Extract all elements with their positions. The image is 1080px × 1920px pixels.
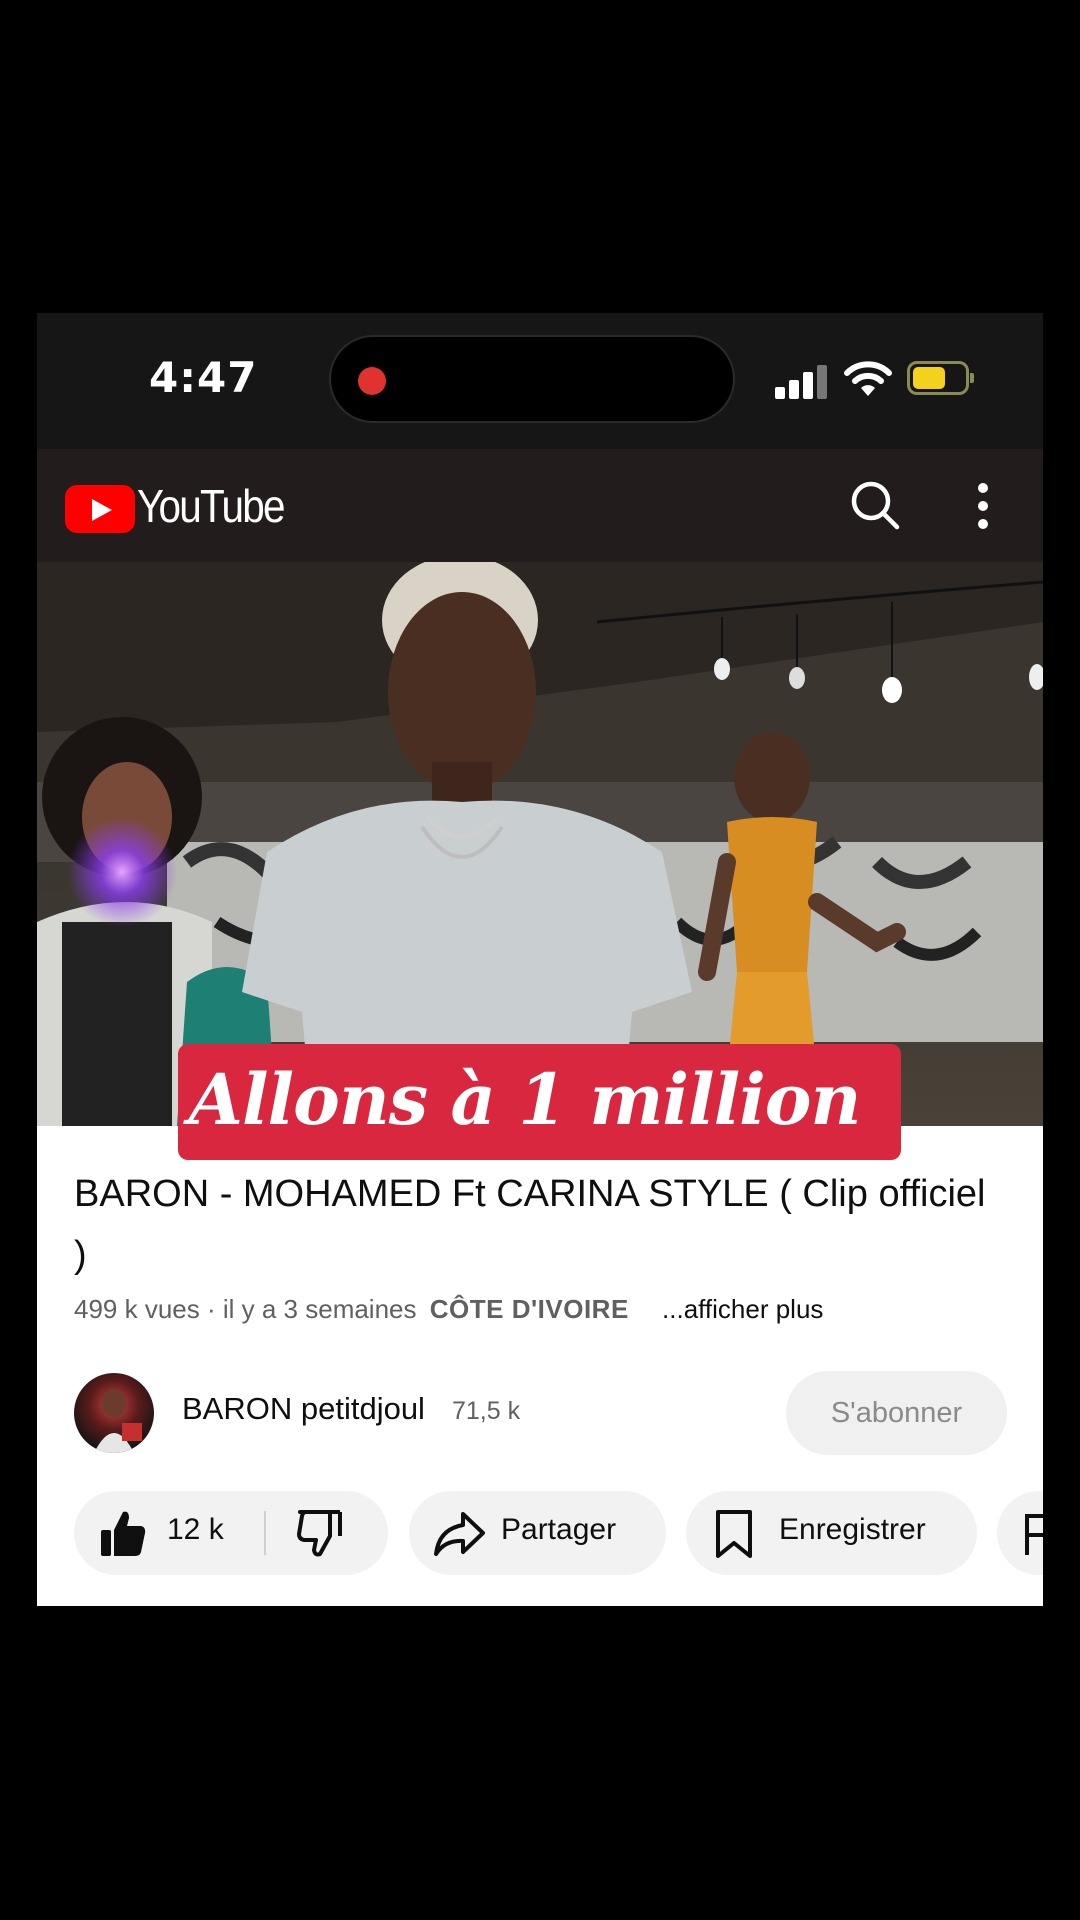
signal-icon [775, 363, 827, 399]
status-bar: 4:47 [37, 313, 1043, 449]
avatar[interactable] [74, 1373, 154, 1453]
bookmark-icon [716, 1510, 752, 1558]
overlay-banner: Allons à 1 million [178, 1044, 901, 1160]
youtube-wordmark[interactable]: YouTube [137, 479, 286, 533]
video-title[interactable]: BARON - MOHAMED Ft CARINA STYLE ( Clip o… [74, 1164, 1004, 1286]
action-bar: 12 k Partager Enregistrer [37, 1491, 1043, 1575]
dynamic-island [329, 335, 735, 423]
avatar-image [94, 1389, 142, 1453]
share-button[interactable]: Partager [409, 1491, 666, 1575]
like-count: 12 k [167, 1513, 224, 1546]
thumbs-up-icon [101, 1511, 146, 1556]
video-frame [37, 562, 1043, 1126]
show-more-link[interactable]: ...afficher plus [662, 1294, 823, 1324]
thumbs-down-icon [297, 1510, 342, 1557]
channel-row: BARON petitdjoul 71,5 k S'abonner [37, 1371, 1043, 1455]
save-button[interactable]: Enregistrer [686, 1491, 977, 1575]
record-icon [358, 367, 386, 395]
save-label: Enregistrer [779, 1513, 926, 1546]
phone-screen: 4:47 YouTube Allons à 1 million BARON - … [37, 313, 1043, 1606]
search-icon[interactable] [849, 479, 901, 531]
channel-name[interactable]: BARON petitdjoul [182, 1391, 425, 1427]
upload-age: · il y a 3 semaines [206, 1294, 417, 1324]
more-vert-icon[interactable] [977, 481, 989, 531]
report-icon [1025, 1514, 1043, 1555]
overlay-banner-text: Allons à 1 million [188, 1058, 862, 1141]
share-label: Partager [501, 1513, 617, 1546]
video-player[interactable] [37, 562, 1043, 1126]
like-button[interactable]: 12 k [74, 1491, 264, 1575]
location-label: CÔTE D'IVOIRE [429, 1294, 629, 1324]
dislike-button[interactable] [266, 1491, 388, 1575]
share-icon [434, 1512, 485, 1556]
video-meta[interactable]: 499 k vues · il y a 3 semaines CÔTE D'IV… [74, 1294, 823, 1325]
subscribe-button[interactable]: S'abonner [786, 1371, 1007, 1455]
next-action-button[interactable] [997, 1491, 1043, 1575]
status-time: 4:47 [149, 353, 258, 402]
view-count: 499 k vues [74, 1294, 200, 1324]
subscriber-count: 71,5 k [452, 1397, 521, 1425]
youtube-logo-icon[interactable] [65, 485, 135, 533]
battery-icon [907, 361, 974, 395]
app-header: YouTube [37, 449, 1043, 562]
wifi-icon [844, 361, 892, 396]
like-dislike-pill: 12 k [74, 1491, 388, 1575]
